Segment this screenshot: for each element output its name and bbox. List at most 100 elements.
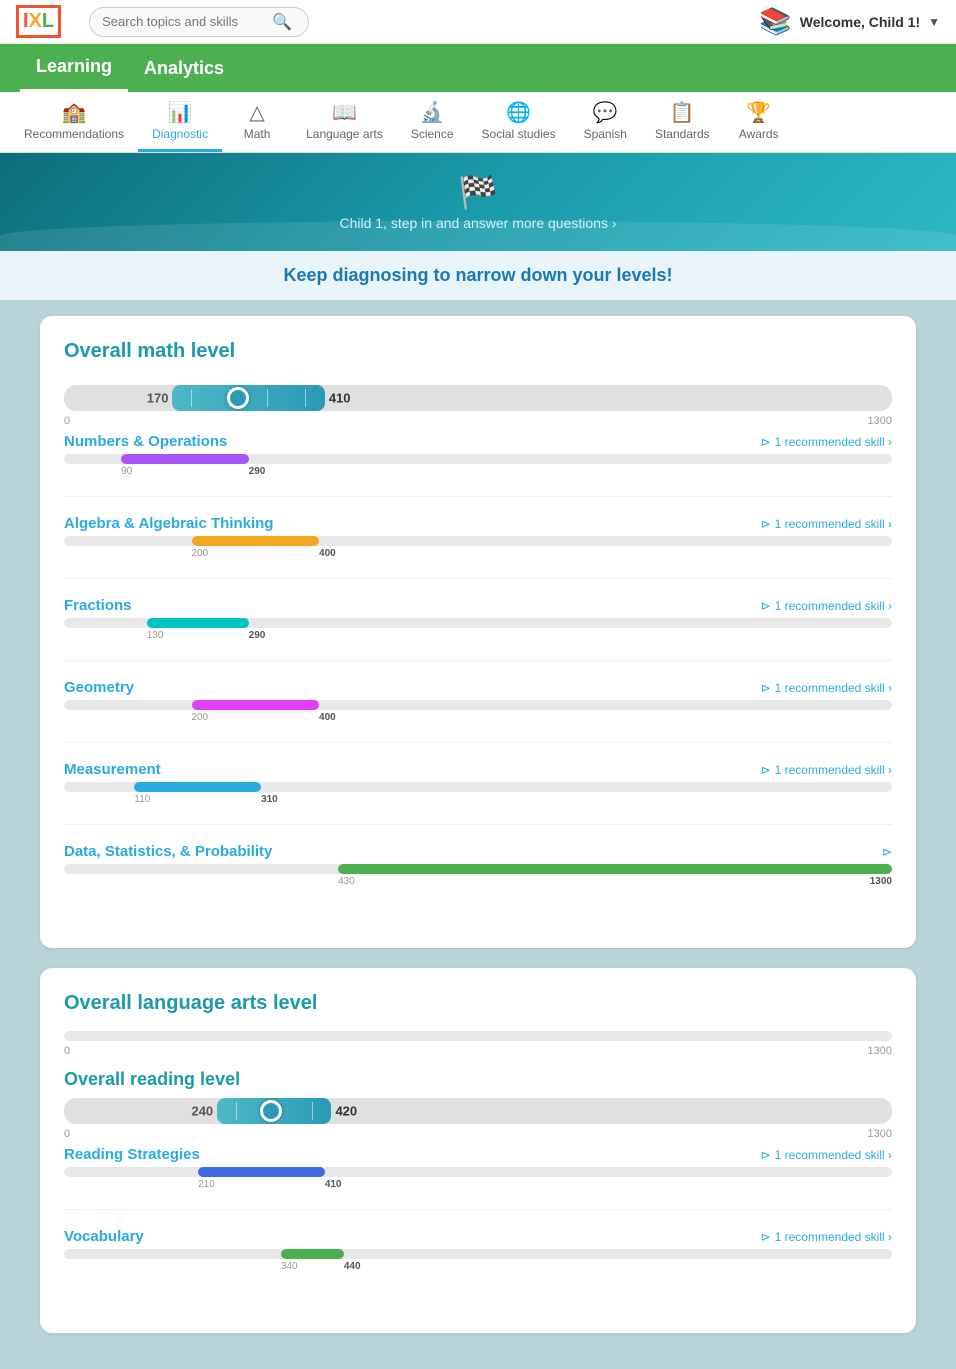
sublevel-algebra-name[interactable]: Algebra & Algebraic Thinking — [64, 515, 273, 532]
tab-science[interactable]: 🔬 Science — [397, 92, 468, 152]
numbers-low: 90 — [121, 466, 132, 477]
sublevel-algebra-recommended[interactable]: 1 recommended skill › — [761, 517, 892, 531]
nav-analytics[interactable]: Analytics — [128, 46, 240, 91]
banner-flag-icon: 🏁 — [458, 173, 498, 211]
main-content: Overall math level — [0, 300, 956, 1369]
sublevel-data-stats-name[interactable]: Data, Statistics, & Probability — [64, 843, 272, 860]
sublevel-measurement: Measurement 1 recommended skill › 110 31… — [64, 761, 892, 825]
search-icon: 🔍 — [272, 12, 292, 32]
tab-social-studies-label: Social studies — [482, 127, 556, 141]
logo[interactable]: I X L — [16, 5, 61, 38]
vocabulary-high: 440 — [344, 1261, 361, 1272]
spanish-icon: 💬 — [593, 100, 618, 125]
la-bar-min: 0 — [64, 1045, 70, 1057]
reading-strategies-high: 410 — [325, 1179, 342, 1190]
sublevel-vocabulary: Vocabulary 1 recommended skill › 340 440 — [64, 1228, 892, 1291]
diagnose-prompt-text: Keep diagnosing to narrow down your leve… — [283, 265, 672, 285]
sublevel-numbers-header: Numbers & Operations 1 recommended skill… — [64, 433, 892, 450]
reading-bar-max: 1300 — [868, 1128, 892, 1140]
bar-max-label: 1300 — [868, 415, 892, 427]
tab-spanish-label: Spanish — [584, 127, 627, 141]
sublevel-data-stats-recommended — [882, 845, 892, 859]
sublevel-vocabulary-recommended[interactable]: 1 recommended skill › — [761, 1230, 892, 1244]
math-icon: △ — [249, 100, 264, 125]
diagnose-prompt: Keep diagnosing to narrow down your leve… — [0, 251, 956, 300]
tab-math-label: Math — [244, 127, 271, 141]
sublevel-numbers-name[interactable]: Numbers & Operations — [64, 433, 227, 450]
welcome-text: Welcome, Child 1! — [800, 14, 920, 30]
overall-math-bar-wrapper: 170 410 0 1300 — [64, 385, 892, 427]
sublevel-measurement-recommended[interactable]: 1 recommended skill › — [761, 763, 892, 777]
reading-bar-labels: 0 1300 — [64, 1128, 892, 1140]
reading-level-marker — [260, 1100, 282, 1122]
search-bar[interactable]: 🔍 — [89, 7, 309, 37]
diagnostic-icon: 📊 — [168, 100, 193, 125]
tabs-bar: 🏫 Recommendations 📊 Diagnostic △ Math 📖 … — [0, 92, 956, 153]
banner-text[interactable]: Child 1, step in and answer more questio… — [339, 215, 616, 231]
measurement-bar-track — [64, 782, 892, 792]
sublevel-geometry-name[interactable]: Geometry — [64, 679, 134, 696]
reading-strategies-low: 210 — [198, 1179, 215, 1190]
dropdown-arrow[interactable]: ▼ — [928, 15, 940, 29]
tab-awards[interactable]: 🏆 Awards — [724, 92, 794, 152]
tab-diagnostic[interactable]: 📊 Diagnostic — [138, 92, 222, 152]
search-input[interactable] — [102, 14, 272, 29]
sublevel-fractions-name[interactable]: Fractions — [64, 597, 132, 614]
tab-standards-label: Standards — [655, 127, 710, 141]
awards-icon: 🏆 — [746, 100, 771, 125]
sublevel-numbers-recommended[interactable]: 1 recommended skill › — [761, 435, 892, 449]
tab-recommendations-label: Recommendations — [24, 127, 124, 141]
nav-learning[interactable]: Learning — [20, 44, 128, 92]
geometry-high: 400 — [319, 712, 336, 723]
sublevel-algebra: Algebra & Algebraic Thinking 1 recommend… — [64, 515, 892, 579]
top-header: I X L 🔍 📚 Welcome, Child 1! ▼ — [0, 0, 956, 44]
measurement-bar-fill — [134, 782, 261, 792]
sublevel-geometry-recommended[interactable]: 1 recommended skill › — [761, 681, 892, 695]
tab-social-studies[interactable]: 🌐 Social studies — [468, 92, 570, 152]
logo-x: X — [29, 10, 42, 33]
sublevel-data-stats: Data, Statistics, & Probability 430 1300 — [64, 843, 892, 906]
tab-recommendations[interactable]: 🏫 Recommendations — [10, 92, 138, 152]
sublevel-measurement-header: Measurement 1 recommended skill › — [64, 761, 892, 778]
overall-math-marker — [227, 387, 249, 409]
numbers-high: 290 — [249, 466, 266, 477]
sublevel-vocabulary-name[interactable]: Vocabulary — [64, 1228, 144, 1245]
tab-awards-label: Awards — [739, 127, 779, 141]
overall-math-bar-track: 170 410 — [64, 385, 892, 411]
standards-icon: 📋 — [670, 100, 695, 125]
data-stats-low: 430 — [338, 876, 355, 887]
tab-science-label: Science — [411, 127, 454, 141]
sublevel-geometry: Geometry 1 recommended skill › 200 400 — [64, 679, 892, 743]
sublevel-algebra-header: Algebra & Algebraic Thinking 1 recommend… — [64, 515, 892, 532]
data-stats-high: 1300 — [870, 876, 892, 887]
geometry-bar-fill — [192, 700, 320, 710]
fractions-low: 130 — [147, 630, 164, 641]
science-icon: 🔬 — [420, 100, 445, 125]
tab-math[interactable]: △ Math — [222, 92, 292, 152]
vocabulary-bar-track — [64, 1249, 892, 1259]
overall-la-bar-container: 0 1300 — [64, 1031, 892, 1057]
overall-la-bar-track — [64, 1031, 892, 1041]
sublevel-reading-strategies-name[interactable]: Reading Strategies — [64, 1146, 200, 1163]
reading-level-bar-wrapper: 240 420 0 1300 — [64, 1098, 892, 1140]
reading-strategies-bar-fill — [198, 1167, 325, 1177]
language-arts-icon: 📖 — [332, 100, 357, 125]
data-stats-bar-fill — [338, 864, 892, 874]
algebra-low: 200 — [192, 548, 209, 559]
sublevel-measurement-name[interactable]: Measurement — [64, 761, 161, 778]
bar-min-label: 0 — [64, 415, 70, 427]
sublevel-geometry-header: Geometry 1 recommended skill › — [64, 679, 892, 696]
reading-level-title: Overall reading level — [64, 1069, 892, 1090]
sublevel-fractions-recommended[interactable]: 1 recommended skill › — [761, 599, 892, 613]
tab-language-arts[interactable]: 📖 Language arts — [292, 92, 397, 152]
sublevel-reading-strategies-recommended[interactable]: 1 recommended skill › — [761, 1148, 892, 1162]
tab-diagnostic-label: Diagnostic — [152, 127, 208, 141]
header-right: 📚 Welcome, Child 1! ▼ — [759, 6, 940, 37]
tab-spanish[interactable]: 💬 Spanish — [570, 92, 641, 152]
tab-standards[interactable]: 📋 Standards — [641, 92, 724, 152]
fractions-bar-track — [64, 618, 892, 628]
overall-math-bar-labels: 0 1300 — [64, 415, 892, 427]
language-arts-title: Overall language arts level — [64, 992, 892, 1015]
algebra-high: 400 — [319, 548, 336, 559]
reading-level-bar-track: 240 420 — [64, 1098, 892, 1124]
